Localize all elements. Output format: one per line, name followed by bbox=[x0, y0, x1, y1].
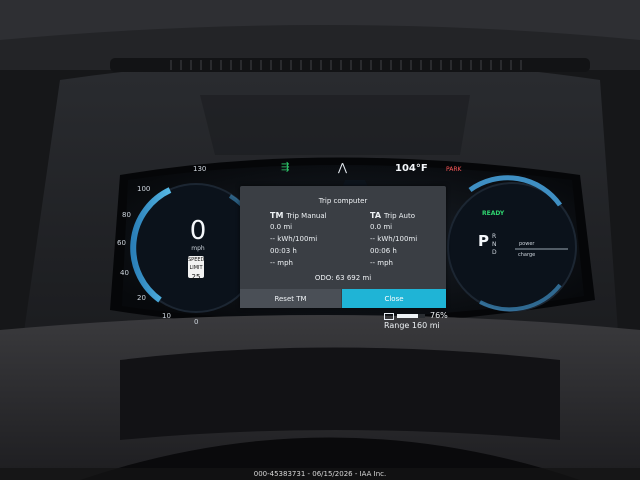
speed-tick: 60 bbox=[117, 239, 126, 247]
trip-manual-header: TM Trip Manual bbox=[270, 211, 327, 220]
reset-trip-button[interactable]: Reset TM bbox=[240, 289, 341, 308]
speed-tick: 40 bbox=[120, 269, 129, 277]
speed-value: 0 bbox=[189, 216, 207, 246]
speed-tick: 80 bbox=[122, 211, 131, 219]
trip-manual-code: TM bbox=[270, 211, 284, 220]
speed-limit-value: 25 bbox=[191, 273, 201, 281]
battery-level-fill bbox=[397, 314, 419, 318]
speed-unit: mph bbox=[191, 245, 205, 252]
speed-tick: 10 bbox=[162, 312, 171, 320]
outside-temperature: 104°F bbox=[395, 163, 428, 174]
park-indicator: PARK bbox=[446, 166, 462, 173]
trip-auto-distance: 0.0 mi bbox=[370, 223, 393, 231]
speed-limit-caption: SPEED LIMIT bbox=[188, 257, 205, 271]
gear-option: R bbox=[492, 233, 497, 240]
range-readout: Range 160 mi bbox=[384, 321, 440, 330]
trip-auto-speed: -- mph bbox=[370, 259, 393, 267]
lane-assist-icon: ⇶ bbox=[281, 162, 290, 173]
trip-manual-time: 00:03 h bbox=[270, 247, 297, 255]
speed-limit-sign: SPEED LIMIT 25 bbox=[188, 256, 205, 281]
gear-option: D bbox=[492, 249, 497, 256]
battery-percent: 76% bbox=[430, 311, 448, 320]
watermark-text: 000-45383731 - 06/15/2026 - IAA Inc. bbox=[253, 470, 387, 478]
charge-label: charge bbox=[518, 252, 536, 258]
battery-level-bar bbox=[397, 314, 425, 318]
close-button[interactable]: Close bbox=[342, 289, 446, 308]
gear-selected: P bbox=[478, 232, 489, 250]
ready-indicator: READY bbox=[482, 210, 505, 217]
gear-options: R N D bbox=[492, 233, 498, 257]
trip-auto-consumption: -- kWh/100mi bbox=[370, 235, 418, 243]
trip-computer-title: Trip computer bbox=[318, 197, 368, 205]
speed-tick: 100 bbox=[137, 185, 151, 193]
road-icon: ⋀ bbox=[338, 161, 348, 174]
trip-auto-code: TA bbox=[370, 211, 382, 220]
trip-manual-speed: -- mph bbox=[270, 259, 293, 267]
odometer: ODO: 63 692 mi bbox=[314, 274, 372, 282]
trip-auto-time: 00:06 h bbox=[370, 247, 397, 255]
trip-manual-consumption: -- kWh/100mi bbox=[270, 235, 318, 243]
trip-manual-distance: 0.0 mi bbox=[270, 223, 293, 231]
battery-icon bbox=[384, 313, 394, 320]
speed-tick: 20 bbox=[137, 294, 146, 302]
speed-tick: 130 bbox=[193, 165, 207, 173]
trip-computer-popup: Trip computer TM Trip Manual 0.0 mi -- kW… bbox=[240, 186, 446, 308]
trip-auto-header: TA Trip Auto bbox=[370, 211, 415, 220]
gear-option: N bbox=[492, 241, 497, 248]
power-label: power bbox=[519, 241, 535, 247]
trip-auto-label: Trip Auto bbox=[384, 212, 416, 220]
trip-manual-label: Trip Manual bbox=[286, 212, 327, 220]
speed-tick: 0 bbox=[194, 318, 199, 326]
